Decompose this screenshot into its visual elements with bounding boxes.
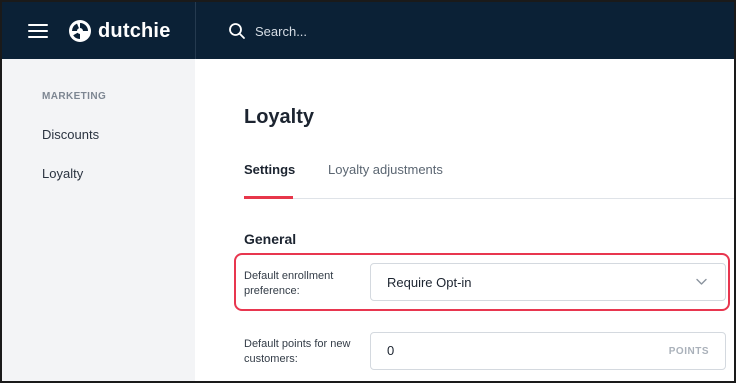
main-content: Loyalty Settings Loyalty adjustments Gen… [195, 59, 734, 381]
points-suffix: POINTS [668, 346, 709, 357]
enrollment-preference-label: Default enrollment preference: [244, 270, 334, 297]
search-bar[interactable] [228, 19, 708, 43]
section-title-general: General [244, 231, 297, 247]
tab-bar: Settings Loyalty adjustments [244, 162, 734, 199]
search-icon [229, 23, 245, 39]
brand-logo[interactable]: dutchie [68, 18, 171, 44]
search-input[interactable] [255, 23, 655, 39]
active-tab-indicator [244, 196, 293, 199]
default-points-input[interactable] [387, 343, 587, 358]
sidebar-item-discounts[interactable]: Discounts [42, 127, 99, 142]
enrollment-preference-value: Require Opt-in [387, 275, 472, 290]
top-bar: dutchie [2, 2, 734, 59]
default-points-label: Default points for new customers: [244, 338, 351, 365]
brand-name: dutchie [98, 19, 171, 42]
enrollment-preference-select[interactable]: Require Opt-in [370, 263, 726, 301]
dutchie-logo-icon [69, 20, 91, 42]
header-divider [195, 2, 196, 59]
default-points-field: POINTS [370, 332, 726, 370]
tab-loyalty-adjustments[interactable]: Loyalty adjustments [328, 162, 443, 177]
sidebar: MARKETING Discounts Loyalty [2, 59, 195, 381]
page-title: Loyalty [244, 106, 315, 128]
sidebar-item-loyalty[interactable]: Loyalty [42, 166, 83, 181]
sidebar-section-label: MARKETING [42, 91, 107, 102]
chevron-down-icon [696, 278, 707, 285]
menu-icon[interactable] [28, 23, 48, 39]
tab-settings[interactable]: Settings [244, 162, 295, 177]
app-window: dutchie MARKETING Discounts Loyalty Loya… [0, 0, 736, 383]
